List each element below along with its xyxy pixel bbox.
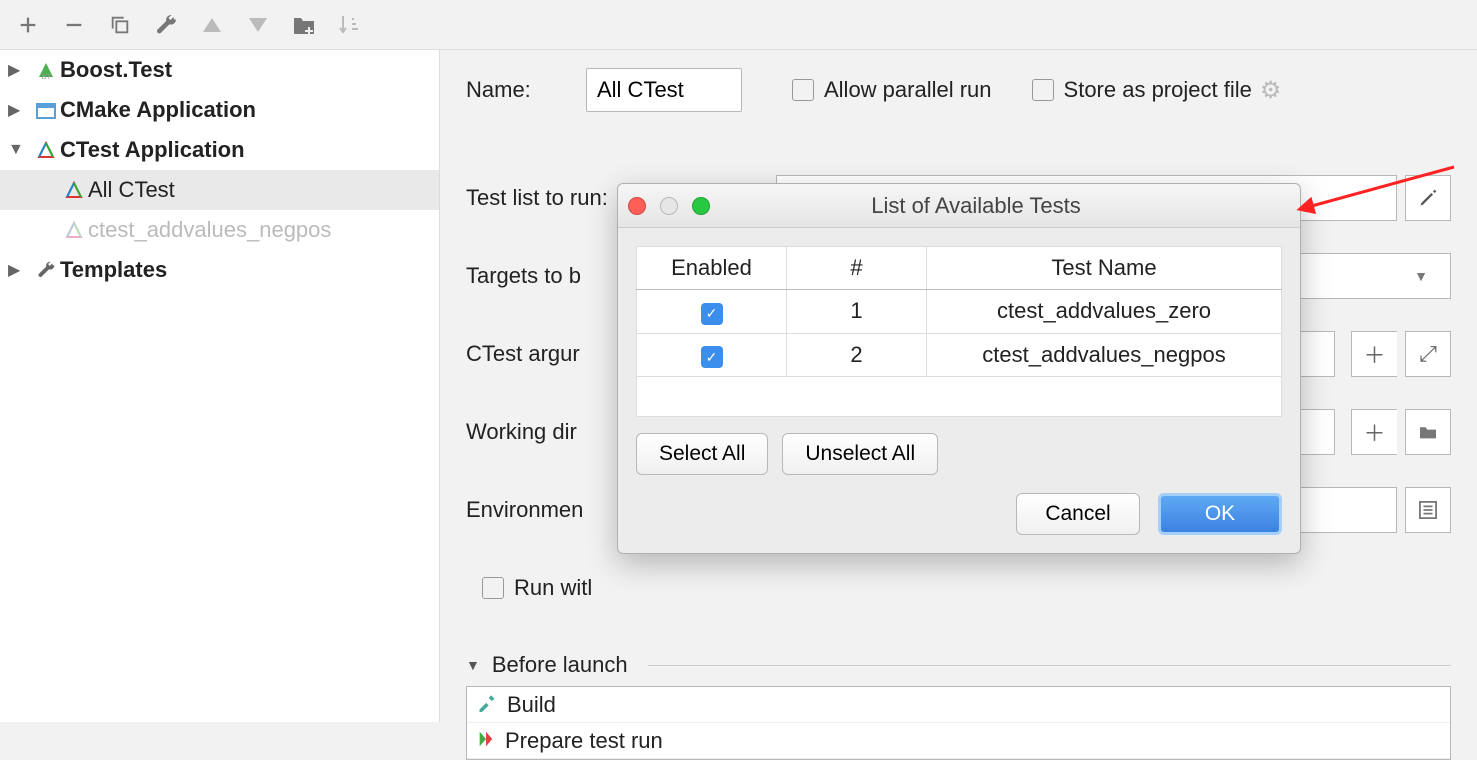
ok-button[interactable]: OK [1158, 493, 1282, 535]
ctest-icon [32, 140, 60, 160]
chevron-right-icon: ▶ [8, 100, 32, 120]
toolbar [0, 0, 1477, 50]
up-icon[interactable] [192, 5, 232, 45]
tree-label: All CTest [88, 177, 175, 203]
row-name: ctest_addvalues_negpos [927, 333, 1282, 377]
wrench-icon [32, 260, 60, 280]
store-project-label: Store as project file [1064, 77, 1252, 103]
svg-text:BT: BT [42, 74, 52, 80]
table-row[interactable]: ✓ 1 ctest_addvalues_zero [637, 290, 1282, 334]
chevron-down-icon: ▼ [1414, 268, 1428, 284]
prepare-label: Prepare test run [505, 728, 663, 754]
tree-label: Boost.Test [60, 57, 172, 83]
plus-icon[interactable]: ＋ [1351, 409, 1397, 455]
col-enabled[interactable]: Enabled [637, 247, 787, 290]
table-row[interactable]: ✓ 2 ctest_addvalues_negpos [637, 333, 1282, 377]
name-label: Name: [466, 77, 586, 103]
run-with-label: Run witl [514, 575, 592, 601]
col-num[interactable]: # [787, 247, 927, 290]
cmake-icon [32, 101, 60, 119]
tree-label: CMake Application [60, 97, 256, 123]
list-item[interactable]: Build [467, 687, 1450, 723]
edit-pencil-icon[interactable] [1405, 175, 1451, 221]
row-num: 2 [787, 333, 927, 377]
tree-label: CTest Application [60, 137, 245, 163]
row-num: 1 [787, 290, 927, 334]
dialog-title: List of Available Tests [662, 193, 1290, 219]
play-icon [477, 728, 495, 754]
divider [648, 665, 1451, 666]
allow-parallel-label: Allow parallel run [824, 77, 992, 103]
chevron-right-icon: ▶ [8, 260, 32, 280]
allow-parallel-checkbox[interactable] [792, 79, 814, 101]
tests-table: Enabled # Test Name ✓ 1 ctest_addvalues_… [636, 246, 1282, 417]
add-icon[interactable] [8, 5, 48, 45]
gear-icon[interactable]: ⚙ [1260, 76, 1282, 105]
close-icon[interactable] [628, 197, 646, 215]
dialog-titlebar[interactable]: List of Available Tests [618, 184, 1300, 228]
wrench-icon[interactable] [146, 5, 186, 45]
chevron-right-icon: ▶ [8, 60, 32, 80]
tree-item-boost[interactable]: ▶ BT Boost.Test [0, 50, 439, 90]
before-launch-header[interactable]: ▼ Before launch [466, 652, 1451, 678]
config-tree: ▶ BT Boost.Test ▶ CMake Application ▼ CT… [0, 50, 440, 722]
tree-item-negpos[interactable]: ctest_addvalues_negpos [0, 210, 439, 250]
folder-icon[interactable] [1405, 409, 1451, 455]
tests-dialog: List of Available Tests Enabled # Test N… [617, 183, 1301, 554]
checkbox-checked[interactable]: ✓ [701, 346, 723, 368]
row-name: ctest_addvalues_zero [927, 290, 1282, 334]
expand-icon[interactable]: ⤢ [1405, 331, 1451, 377]
boost-icon: BT [32, 60, 60, 80]
tree-item-ctest[interactable]: ▼ CTest Application [0, 130, 439, 170]
down-icon[interactable] [238, 5, 278, 45]
ctest-icon [60, 180, 88, 200]
store-project-checkbox[interactable] [1032, 79, 1054, 101]
cancel-button[interactable]: Cancel [1016, 493, 1140, 535]
hammer-icon [477, 692, 497, 718]
col-name[interactable]: Test Name [927, 247, 1282, 290]
copy-icon[interactable] [100, 5, 140, 45]
chevron-down-icon: ▼ [466, 657, 480, 673]
before-launch-label: Before launch [492, 652, 628, 678]
name-input[interactable] [586, 68, 742, 112]
tree-item-cmake[interactable]: ▶ CMake Application [0, 90, 439, 130]
select-all-button[interactable]: Select All [636, 433, 768, 475]
before-launch-list: Build Prepare test run [466, 686, 1451, 760]
run-with-checkbox[interactable] [482, 577, 504, 599]
checkbox-checked[interactable]: ✓ [701, 303, 723, 325]
save-icon[interactable] [284, 5, 324, 45]
tree-label: ctest_addvalues_negpos [88, 217, 331, 243]
list-item[interactable]: Prepare test run [467, 723, 1450, 759]
tree-item-templates[interactable]: ▶ Templates [0, 250, 439, 290]
tree-label: Templates [60, 257, 167, 283]
plus-icon[interactable]: ＋ [1351, 331, 1397, 377]
tree-item-all-ctest[interactable]: All CTest [0, 170, 439, 210]
sort-icon[interactable] [330, 5, 370, 45]
chevron-down-icon: ▼ [8, 141, 32, 159]
unselect-all-button[interactable]: Unselect All [782, 433, 938, 475]
remove-icon[interactable] [54, 5, 94, 45]
list-icon[interactable] [1405, 487, 1451, 533]
ctest-icon-dim [60, 220, 88, 240]
build-label: Build [507, 692, 556, 718]
